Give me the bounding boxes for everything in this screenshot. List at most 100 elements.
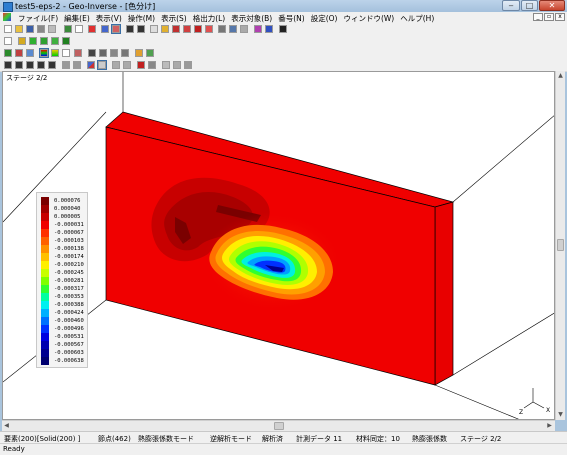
list-icon[interactable] xyxy=(26,49,34,57)
color-icon[interactable] xyxy=(101,25,109,33)
export-icon[interactable] xyxy=(135,49,143,57)
legend-value: -0.000210 xyxy=(54,262,84,268)
scroll-left-icon[interactable]: ◀ xyxy=(2,421,11,430)
zoom-in-icon[interactable] xyxy=(62,61,70,69)
zoom-out-icon[interactable] xyxy=(73,61,81,69)
fill-icon[interactable] xyxy=(173,61,181,69)
legend-value: -0.000603 xyxy=(54,350,84,356)
legend-value: -0.000174 xyxy=(54,254,84,260)
stop-icon[interactable] xyxy=(137,61,145,69)
legend-swatch xyxy=(41,197,49,205)
view-icon[interactable] xyxy=(150,25,158,33)
model-icon[interactable] xyxy=(172,25,180,33)
mdi-close-button[interactable]: x xyxy=(555,13,565,21)
fast-forward-icon[interactable] xyxy=(254,25,262,33)
legend-swatch xyxy=(41,269,49,277)
curve-icon[interactable] xyxy=(121,49,129,57)
new-file-icon[interactable] xyxy=(4,25,12,33)
undo-icon[interactable] xyxy=(64,25,72,33)
scroll-up-icon[interactable]: ▲ xyxy=(556,71,565,80)
image-icon[interactable] xyxy=(146,49,154,57)
zoom-window-icon[interactable] xyxy=(87,61,95,69)
model-viewport[interactable]: X Z ステージ 2/2 0.000076 0.000040 0.000005 … xyxy=(2,71,555,420)
jump-icon[interactable] xyxy=(265,25,273,33)
horizontal-scrollbar[interactable]: ◀ ▶ xyxy=(2,420,555,431)
record-icon[interactable] xyxy=(148,61,156,69)
tilt-down-icon[interactable] xyxy=(37,61,45,69)
axis-icon[interactable] xyxy=(4,37,12,45)
legend-swatch xyxy=(41,285,49,293)
x-axis-label: X xyxy=(546,407,550,414)
vertical-scroll-thumb[interactable] xyxy=(557,239,564,251)
wire-icon[interactable] xyxy=(51,37,59,45)
status-bar: Ready xyxy=(0,443,567,455)
chart-icon[interactable] xyxy=(229,25,237,33)
rotate-right-icon[interactable] xyxy=(15,61,23,69)
layer-icon[interactable] xyxy=(62,37,70,45)
spectrum-icon[interactable] xyxy=(110,49,118,57)
scroll-right-icon[interactable]: ▶ xyxy=(545,421,554,430)
cut-icon[interactable] xyxy=(48,25,56,33)
marker-icon[interactable] xyxy=(15,49,23,57)
solid-icon[interactable] xyxy=(18,37,26,45)
gradient-icon[interactable] xyxy=(51,49,59,57)
rotate-left-icon[interactable] xyxy=(4,61,12,69)
open-folder-icon[interactable] xyxy=(15,25,23,33)
boundary-icon[interactable] xyxy=(183,25,191,33)
analysis-icon[interactable] xyxy=(88,25,96,33)
legend-swatch xyxy=(41,221,49,229)
side-view-icon[interactable] xyxy=(123,61,131,69)
load-icon[interactable] xyxy=(194,25,202,33)
mesh-icon[interactable] xyxy=(161,25,169,33)
scale-icon[interactable] xyxy=(62,49,70,57)
mdi-restore-button[interactable]: ▫ xyxy=(544,13,554,21)
legend-value: -0.000353 xyxy=(54,294,84,300)
minimize-button[interactable]: ‒ xyxy=(502,0,520,11)
redo-icon[interactable] xyxy=(75,25,83,33)
document-icon[interactable] xyxy=(3,13,11,21)
arrow-right-icon[interactable] xyxy=(137,25,145,33)
legend-value: -0.000245 xyxy=(54,270,84,276)
contour-icon[interactable] xyxy=(39,48,49,58)
legend-value: -0.000638 xyxy=(54,358,84,364)
scroll-down-icon[interactable]: ▼ xyxy=(556,410,565,419)
close-button[interactable]: ✕ xyxy=(539,0,565,11)
arrow-left-icon[interactable] xyxy=(126,25,134,33)
vertical-scrollbar[interactable]: ▲ ▼ xyxy=(555,71,565,420)
legend-swatch xyxy=(41,253,49,261)
result-icon[interactable] xyxy=(205,25,213,33)
grid-icon[interactable] xyxy=(218,25,226,33)
legend-value: -0.000424 xyxy=(54,310,84,316)
help-icon[interactable] xyxy=(279,25,287,33)
legend-swatch xyxy=(41,325,49,333)
histogram-icon[interactable] xyxy=(99,49,107,57)
surface-icon[interactable] xyxy=(40,37,48,45)
fit-view-icon[interactable] xyxy=(97,60,107,70)
pen-icon[interactable] xyxy=(4,49,12,57)
horizontal-scroll-thumb[interactable] xyxy=(274,422,284,430)
legend-swatch xyxy=(41,237,49,245)
pan-icon[interactable] xyxy=(48,61,56,69)
graph-icon[interactable] xyxy=(88,49,96,57)
tilt-up-icon[interactable] xyxy=(26,61,34,69)
camera-icon[interactable] xyxy=(184,61,192,69)
legend-value: -0.000567 xyxy=(54,342,84,348)
title-bar: test5-eps-2 - Geo-Inverse - [色分け] ‒ □ ✕ xyxy=(0,0,567,12)
mdi-minimize-button[interactable]: _ xyxy=(533,13,543,21)
legend-value: -0.000281 xyxy=(54,278,84,284)
select-icon[interactable] xyxy=(111,24,121,34)
xy-plot-icon[interactable] xyxy=(74,49,82,57)
front-view-icon[interactable] xyxy=(112,61,120,69)
box-icon[interactable] xyxy=(29,37,37,45)
legend-swatch xyxy=(41,301,49,309)
link-icon[interactable] xyxy=(162,61,170,69)
table-icon[interactable] xyxy=(240,25,248,33)
legend-swatch xyxy=(41,349,49,357)
save-icon[interactable] xyxy=(26,25,34,33)
print-icon[interactable] xyxy=(37,25,45,33)
legend-swatch xyxy=(41,357,49,365)
legend-swatch xyxy=(41,341,49,349)
legend-swatch xyxy=(41,261,49,269)
maximize-button[interactable]: □ xyxy=(521,0,538,11)
legend-value: 0.000076 xyxy=(54,198,81,204)
